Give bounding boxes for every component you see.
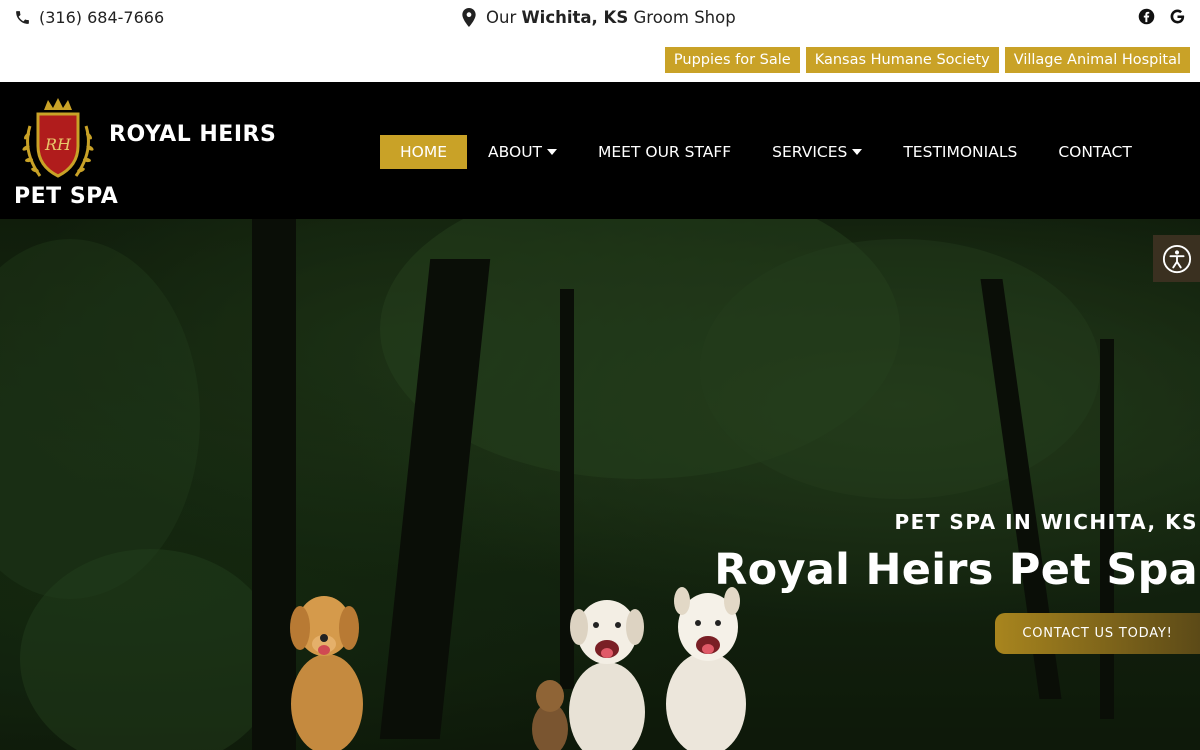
- phone-number: (316) 684-7666: [39, 8, 165, 27]
- google-icon[interactable]: [1169, 8, 1186, 25]
- hero-title: Royal Heirs Pet Spa: [714, 545, 1198, 595]
- map-pin-icon: [462, 8, 476, 27]
- quicklink-humane-society[interactable]: Kansas Humane Society: [805, 47, 999, 73]
- hero-banner: PET SPA IN WICHITA, KS Royal Heirs Pet S…: [0, 219, 1200, 750]
- location-suffix: Groom Shop: [633, 8, 736, 27]
- phone-icon: [16, 11, 29, 24]
- crest-icon: RH: [22, 98, 94, 178]
- quicklink-animal-hospital[interactable]: Village Animal Hospital: [1004, 47, 1190, 73]
- top-bar: (316) 684-7666 Our Wichita, KS Groom Sho…: [0, 0, 1200, 82]
- nav-services[interactable]: SERVICES: [772, 135, 863, 169]
- quick-links: Puppies for Sale Kansas Humane Society V…: [664, 47, 1190, 73]
- location-city: Wichita, KS: [521, 8, 629, 27]
- shop-location: Our Wichita, KS Groom Shop: [462, 8, 736, 27]
- hero-eyebrow: PET SPA IN WICHITA, KS: [894, 510, 1198, 534]
- nav-testimonials[interactable]: TESTIMONIALS: [903, 135, 1017, 169]
- main-nav: HOME ABOUT MEET OUR STAFF SERVICES TESTI…: [380, 135, 1132, 169]
- crest-monogram: RH: [44, 135, 72, 154]
- nav-about-label: ABOUT: [488, 143, 543, 161]
- social-links: [1138, 8, 1186, 25]
- site-header: RH ROYAL HEIRS PET SPA HOME ABOUT MEET O…: [0, 82, 1200, 219]
- white-dog-image: [666, 587, 746, 750]
- contact-us-button[interactable]: CONTACT US TODAY!: [995, 613, 1200, 654]
- accessibility-icon: [1162, 244, 1191, 273]
- brand-name-line2: PET SPA: [14, 184, 119, 209]
- nav-staff-label: MEET OUR STAFF: [598, 143, 732, 161]
- nav-contact-label: CONTACT: [1058, 143, 1132, 161]
- quicklink-puppies[interactable]: Puppies for Sale: [664, 47, 800, 73]
- location-prefix: Our: [486, 8, 517, 27]
- nav-testimonials-label: TESTIMONIALS: [903, 143, 1018, 161]
- caret-down-icon: [547, 149, 558, 155]
- caret-down-icon: [852, 149, 863, 155]
- nav-services-label: SERVICES: [772, 143, 848, 161]
- nav-home-label: HOME: [400, 143, 448, 161]
- nav-home[interactable]: HOME: [380, 135, 468, 169]
- brand-name-line1: ROYAL HEIRS: [109, 122, 277, 147]
- facebook-icon[interactable]: [1138, 8, 1155, 25]
- accessibility-button[interactable]: [1153, 235, 1200, 282]
- nav-contact[interactable]: CONTACT: [1058, 135, 1132, 169]
- site-logo[interactable]: RH ROYAL HEIRS PET SPA: [14, 92, 304, 212]
- nav-meet-our-staff[interactable]: MEET OUR STAFF: [598, 135, 731, 169]
- golden-retriever-image: [290, 596, 363, 750]
- small-dog-image: [532, 680, 568, 750]
- phone-link[interactable]: (316) 684-7666: [14, 8, 164, 27]
- nav-about[interactable]: ABOUT: [488, 135, 558, 169]
